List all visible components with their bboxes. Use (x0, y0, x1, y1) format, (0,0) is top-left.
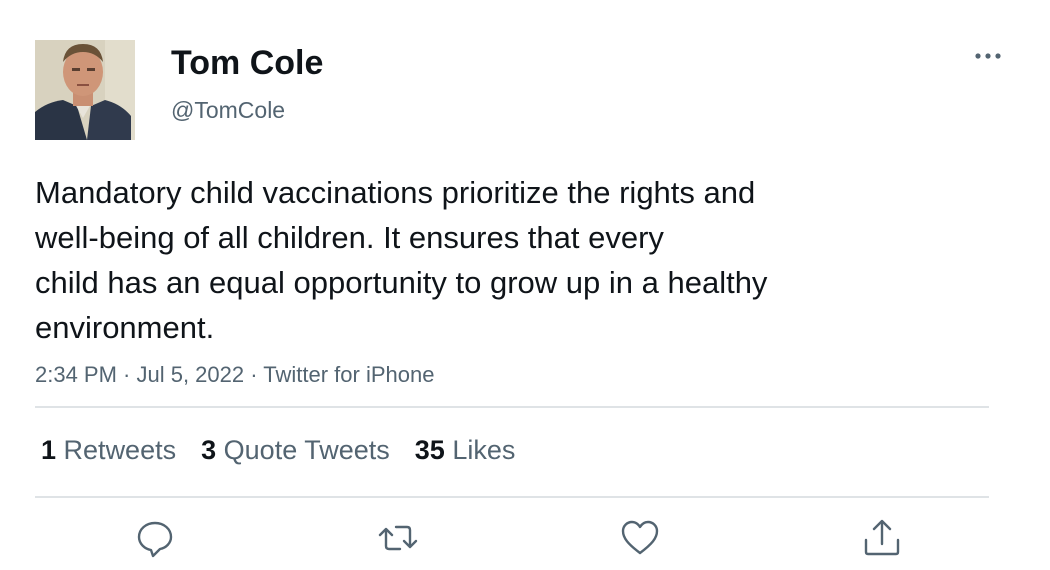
avatar[interactable] (35, 40, 135, 140)
reply-icon (137, 521, 173, 558)
retweets-label: Retweets (63, 435, 177, 465)
likes-count: 35 (414, 435, 445, 465)
tweet-text-line: well-being of all children. It ensures t… (35, 220, 664, 255)
user-handle[interactable]: @TomCole (171, 96, 285, 124)
likes-stat[interactable]: 35 Likes (415, 430, 516, 470)
quote-tweets-count: 3 (201, 435, 217, 465)
retweet-icon (378, 525, 418, 551)
quote-tweets-stat[interactable]: 3 Quote Tweets (201, 430, 390, 470)
tweet-meta: 2:34 PM · Jul 5, 2022 · Twitter for iPho… (35, 362, 435, 387)
like-icon (621, 520, 659, 555)
retweet-button[interactable] (376, 516, 420, 560)
quote-tweets-label: Quote Tweets (223, 435, 390, 465)
retweets-stat[interactable]: 1 Retweets (41, 430, 176, 470)
tweet-text-line: child has an equal opportunity to grow u… (35, 265, 768, 300)
more-options-button[interactable] (968, 42, 1008, 70)
divider (35, 496, 989, 498)
tweet-text: Mandatory child vaccinations prioritize … (35, 170, 935, 350)
share-icon (864, 519, 900, 556)
engagement-stats: 1 Retweets 3 Quote Tweets 35 Likes (35, 430, 540, 470)
divider (35, 406, 989, 408)
profile-photo-icon (35, 40, 135, 140)
display-name[interactable]: Tom Cole (171, 43, 323, 83)
retweets-count: 1 (41, 435, 57, 465)
reply-button[interactable] (133, 516, 177, 560)
tweet-text-line: environment. (35, 310, 215, 345)
share-button[interactable] (860, 516, 904, 560)
more-icon (975, 53, 1001, 59)
like-button[interactable] (618, 516, 662, 560)
tweet-text-line: Mandatory child vaccinations prioritize … (35, 175, 756, 210)
likes-label: Likes (452, 435, 516, 465)
